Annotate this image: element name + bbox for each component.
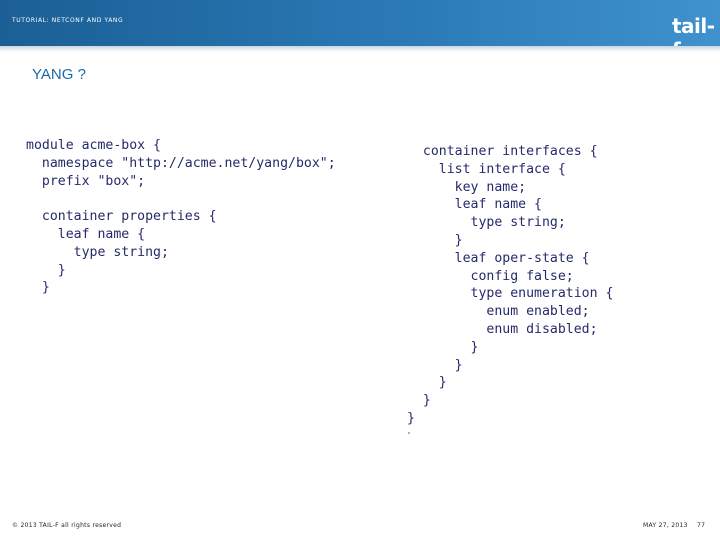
code-block-interfaces: container interfaces { list interface { … xyxy=(407,144,614,426)
tutorial-title: TUTORIAL: NETCONF AND YANG xyxy=(12,17,124,24)
page-number: 77 xyxy=(697,522,706,529)
tail-f-logo: tail-f xyxy=(672,14,715,62)
code-block-module: module acme-box { namespace "http://acme… xyxy=(26,138,336,296)
header-bar: TUTORIAL: NETCONF AND YANG tail-f xyxy=(0,0,720,62)
slide-title: YANG ? xyxy=(32,66,86,83)
header-shadow xyxy=(0,46,720,52)
decorative-dot xyxy=(408,432,410,434)
footer-copyright: © 2013 TAIL-F all rights reserved xyxy=(12,522,122,529)
footer-date: MAY 27, 2013 xyxy=(643,522,688,529)
